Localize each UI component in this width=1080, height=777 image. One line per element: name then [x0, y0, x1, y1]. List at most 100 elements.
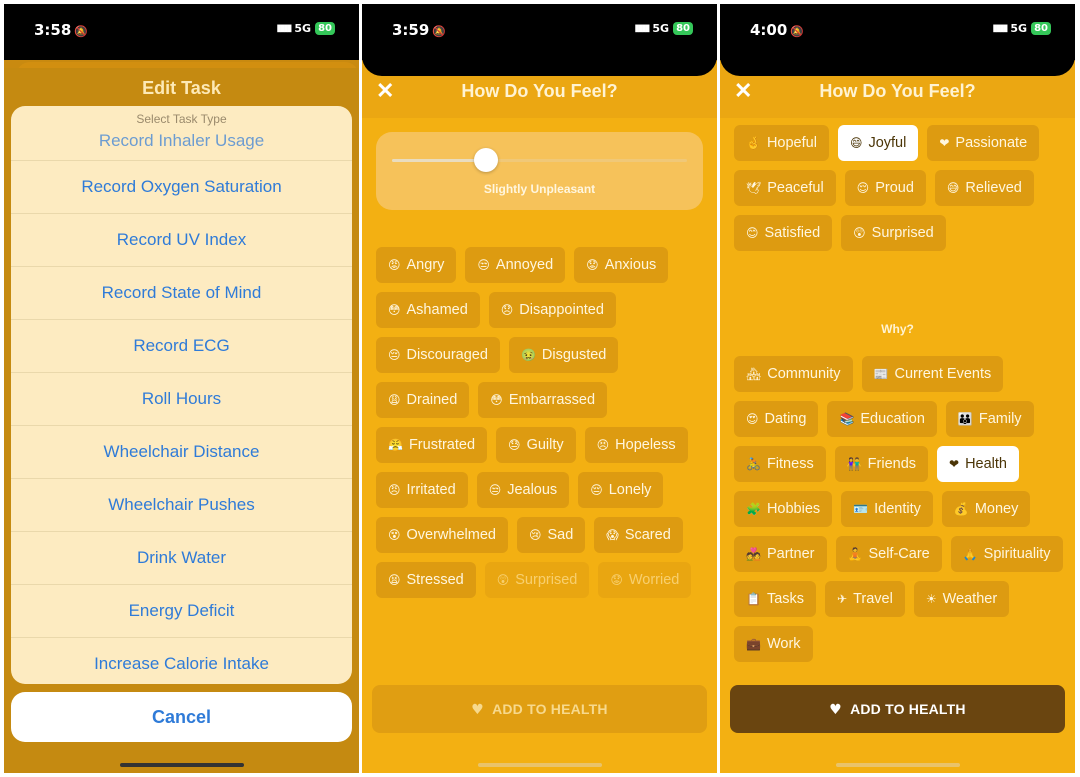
- feeling-chip-frustrated[interactable]: 😤 Frustrated: [376, 427, 488, 463]
- home-indicator: [835, 763, 960, 767]
- reason-chip-money[interactable]: 💰 Money: [941, 491, 1031, 527]
- signal-icon: ▮▮▮▮: [992, 23, 1008, 34]
- list-item-record-uv-index[interactable]: Record UV Index: [11, 213, 352, 266]
- status-bar: 3:59 🔕 ▮▮▮▮ 5G 80: [362, 4, 717, 60]
- reason-chip-travel[interactable]: ✈ Travel: [825, 581, 905, 617]
- feeling-chip-passionate[interactable]: ❤ Passionate: [927, 125, 1040, 161]
- feeling-chip-label: Embarrassed: [508, 392, 596, 408]
- health-heart-icon: ♥: [471, 702, 485, 718]
- list-item-wheelchair-distance[interactable]: Wheelchair Distance: [11, 425, 352, 478]
- feeling-chip-label: Peaceful: [767, 180, 824, 196]
- weather-emoji-icon: ☀: [925, 592, 937, 606]
- ashamed-emoji-icon: 😳: [388, 303, 401, 317]
- feeling-chip-sad[interactable]: 😢 Sad: [516, 517, 586, 553]
- feeling-chip-angry[interactable]: 😡 Angry: [376, 247, 457, 283]
- reason-chip-current-events[interactable]: 📰 Current Events: [861, 356, 1004, 392]
- feeling-chip-disappointed[interactable]: 😞 Disappointed: [488, 292, 616, 328]
- feeling-chip-drained[interactable]: 😩 Drained: [376, 382, 470, 418]
- feeling-chip-discouraged[interactable]: 😔 Discouraged: [376, 337, 500, 373]
- reason-chip-label: Weather: [942, 591, 998, 607]
- feeling-chip-surprised[interactable]: 😲 Surprised: [484, 562, 590, 598]
- lonely-emoji-icon: 😔: [590, 483, 603, 497]
- add-to-health-button[interactable]: ♥ ADD TO HEALTH: [730, 685, 1065, 733]
- feeling-chip-joyful[interactable]: 😄 Joyful: [837, 125, 919, 161]
- feeling-chip-jealous[interactable]: 😒 Jealous: [476, 472, 570, 508]
- add-to-health-button[interactable]: ♥ ADD TO HEALTH: [372, 685, 707, 733]
- list-item-increase-calorie-intake[interactable]: Increase Calorie Intake: [11, 637, 352, 684]
- feeling-chip-peaceful[interactable]: 🕊 Peaceful: [734, 170, 836, 206]
- spirituality-emoji-icon: 🙏: [962, 547, 978, 561]
- feeling-chip-hopeless[interactable]: 😣 Hopeless: [584, 427, 688, 463]
- feeling-chip-label: Scared: [624, 527, 671, 543]
- feeling-chip-scared[interactable]: 😱 Scared: [594, 517, 683, 553]
- reason-chip-family[interactable]: 👪 Family: [945, 401, 1034, 437]
- surprised-emoji-icon: 😲: [853, 226, 866, 240]
- list-item-record-oxygen-saturation[interactable]: Record Oxygen Saturation: [11, 160, 352, 213]
- feeling-chip-annoyed[interactable]: 😒 Annoyed: [465, 247, 566, 283]
- feeling-chip-surprised[interactable]: 😲 Surprised: [841, 215, 946, 251]
- reason-chip-education[interactable]: 📚 Education: [827, 401, 937, 437]
- list-item-record-ecg[interactable]: Record ECG: [11, 319, 352, 372]
- feeling-chip-guilty[interactable]: 😓 Guilty: [496, 427, 576, 463]
- reason-chip-community[interactable]: 🏘 Community: [734, 356, 853, 392]
- reason-chip-work[interactable]: 💼 Work: [734, 626, 813, 662]
- list-item-energy-deficit[interactable]: Energy Deficit: [11, 584, 352, 637]
- list-item-drink-water[interactable]: Drink Water: [11, 531, 352, 584]
- feeling-chip-irritated[interactable]: 😠 Irritated: [376, 472, 468, 508]
- reason-chip-health[interactable]: ❤ Health: [937, 446, 1019, 482]
- page-title: How Do You Feel?: [461, 81, 618, 101]
- reason-chip-fitness[interactable]: 🚴 Fitness: [734, 446, 826, 482]
- feeling-chip-lonely[interactable]: 😔 Lonely: [578, 472, 664, 508]
- scroll-fade: [362, 644, 717, 684]
- reason-chip-dating[interactable]: 😍 Dating: [734, 401, 819, 437]
- feeling-chip-relieved[interactable]: 😅 Relieved: [934, 170, 1034, 206]
- reason-chip-tasks[interactable]: 📋 Tasks: [734, 581, 817, 617]
- reason-chip-partner[interactable]: 💑 Partner: [734, 536, 827, 572]
- list-item-record-state-of-mind[interactable]: Record State of Mind: [11, 266, 352, 319]
- list-item-wheelchair-pushes[interactable]: Wheelchair Pushes: [11, 478, 352, 531]
- slider-thumb[interactable]: [474, 148, 499, 172]
- cancel-button[interactable]: Cancel: [11, 692, 352, 742]
- feeling-chip-label: Satisfied: [764, 225, 821, 241]
- home-indicator: [119, 763, 244, 767]
- joyful-emoji-icon: 😄: [849, 136, 863, 150]
- reason-chip-label: Dating: [764, 411, 807, 427]
- feeling-chip-disgusted[interactable]: 🤢 Disgusted: [508, 337, 619, 373]
- sheet-edge: [362, 56, 717, 76]
- slider-fill: [392, 159, 487, 162]
- feeling-chip-label: Passionate: [955, 135, 1028, 151]
- feeling-chip-overwhelmed[interactable]: 😵 Overwhelmed: [376, 517, 508, 553]
- reason-chip-identity[interactable]: 🪪 Identity: [841, 491, 933, 527]
- friends-emoji-icon: 👫: [846, 457, 862, 471]
- feeling-chip-worried[interactable]: 😟 Worried: [598, 562, 692, 598]
- irritated-emoji-icon: 😠: [388, 483, 401, 497]
- feeling-chip-satisfied[interactable]: 😊 Satisfied: [734, 215, 833, 251]
- reason-chip-weather[interactable]: ☀ Weather: [913, 581, 1010, 617]
- home-indicator: [477, 763, 602, 767]
- reason-chip-friends[interactable]: 👫 Friends: [834, 446, 929, 482]
- reason-chip-self-care[interactable]: 🧘 Self-Care: [835, 536, 942, 572]
- feeling-chip-label: Jealous: [507, 482, 558, 498]
- annoyed-emoji-icon: 😒: [477, 258, 490, 272]
- feeling-chip-proud[interactable]: 😌 Proud: [844, 170, 926, 206]
- feeling-chip-hopeful[interactable]: 🤞 Hopeful: [734, 125, 829, 161]
- list-item[interactable]: Record Inhaler Usage: [11, 132, 352, 160]
- feeling-chip-label: Stressed: [406, 572, 464, 588]
- feeling-chip-embarrassed[interactable]: 😳 Embarrassed: [478, 382, 608, 418]
- reason-chip-hobbies[interactable]: 🧩 Hobbies: [734, 491, 833, 527]
- phone-screen-how-do-you-feel-1: 3:59 🔕 ▮▮▮▮ 5G 80 ✕ How Do You Feel? Slig…: [362, 4, 717, 773]
- feelings-list: 🤞 Hopeful 😄 Joyful ❤ Passionate 🕊 Peaceful 😌 Prou…: [734, 125, 1067, 251]
- reason-chip-spirituality[interactable]: 🙏 Spirituality: [950, 536, 1063, 572]
- disgusted-emoji-icon: 🤢: [520, 348, 536, 362]
- feeling-chip-ashamed[interactable]: 😳 Ashamed: [376, 292, 480, 328]
- feeling-chip-stressed[interactable]: 😫 Stressed: [376, 562, 476, 598]
- passionate-emoji-icon: ❤: [939, 136, 950, 150]
- phone-screen-how-do-you-feel-2: 4:00 🔕 ▮▮▮▮ 5G 80 ✕ How Do You Feel? 🤞 Hop…: [720, 4, 1075, 773]
- list-item-roll-hours[interactable]: Roll Hours: [11, 372, 352, 425]
- feeling-chip-anxious[interactable]: 😟 Anxious: [574, 247, 669, 283]
- reason-chip-label: Hobbies: [766, 501, 821, 517]
- proud-emoji-icon: 😌: [856, 181, 870, 195]
- surprised-emoji-icon: 😲: [496, 573, 510, 587]
- stressed-emoji-icon: 😫: [388, 573, 401, 587]
- feeling-chip-label: Ashamed: [406, 302, 468, 318]
